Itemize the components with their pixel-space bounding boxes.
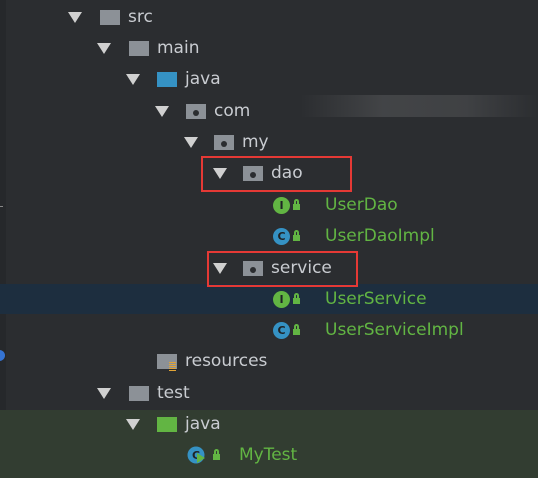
interface-icon: I [273,197,290,214]
tree-item-label: MyTest [239,445,298,465]
lock-open-icon [213,449,220,460]
tree-item-userservice[interactable]: I UserService [0,284,538,315]
tree-item-label: java [185,414,221,434]
folder-icon [100,10,120,25]
expand-arrow-icon[interactable] [126,419,140,430]
resources-folder-icon [157,354,177,371]
lock-open-icon [293,324,300,335]
expand-arrow-icon[interactable] [126,74,140,85]
tree-item-label: main [157,38,200,58]
test-source-root-folder-icon [157,417,177,432]
highlight-box-service [207,251,358,287]
project-tree-panel: src main java com my dao I UserDao C Use… [0,0,538,478]
tree-item-src[interactable]: src [0,2,538,33]
tree-item-label: UserServiceImpl [325,320,464,340]
expand-arrow-icon[interactable] [184,137,198,148]
tree-item-label: com [214,101,251,121]
tree-item-test[interactable]: test [0,378,538,409]
package-icon [186,104,206,119]
tree-item-label: UserService [325,289,427,309]
package-icon [214,135,234,150]
highlight-box-dao [201,156,352,192]
lock-open-icon [293,230,300,241]
tree-item-userserviceimpl[interactable]: C UserServiceImpl [0,315,538,346]
tree-item-userdao[interactable]: I UserDao [0,190,538,221]
tree-item-main[interactable]: main [0,33,538,64]
tree-item-label: resources [185,351,268,371]
source-root-folder-icon [157,72,177,87]
folder-icon [129,386,149,401]
expand-arrow-icon[interactable] [155,106,169,117]
tree-item-java-main[interactable]: java [0,64,538,95]
tree-item-label: UserDaoImpl [325,226,435,246]
class-icon: C [273,322,290,339]
folder-icon [129,41,149,56]
tree-item-resources[interactable]: resources [0,346,538,377]
tree-item-java-test[interactable]: java [0,409,538,440]
interface-icon: I [273,291,290,308]
test-class-icon: C [187,446,205,464]
expand-arrow-icon[interactable] [97,388,111,399]
expand-arrow-icon[interactable] [68,12,82,23]
tree-item-my[interactable]: my [0,127,538,158]
lock-open-icon [293,293,300,304]
tree-item-label: my [242,132,269,152]
tree-item-userdaoimpl[interactable]: C UserDaoImpl [0,221,538,252]
tree-item-label: test [157,383,190,403]
lock-open-icon [293,199,300,210]
tree-item-mytest[interactable]: C MyTest [0,440,538,471]
expand-arrow-icon[interactable] [97,43,111,54]
tree-item-label: src [128,7,153,27]
tree-item-com[interactable]: com [0,96,538,127]
tree-item-label: UserDao [325,195,398,215]
tree-item-label: java [185,69,221,89]
class-icon: C [273,228,290,245]
